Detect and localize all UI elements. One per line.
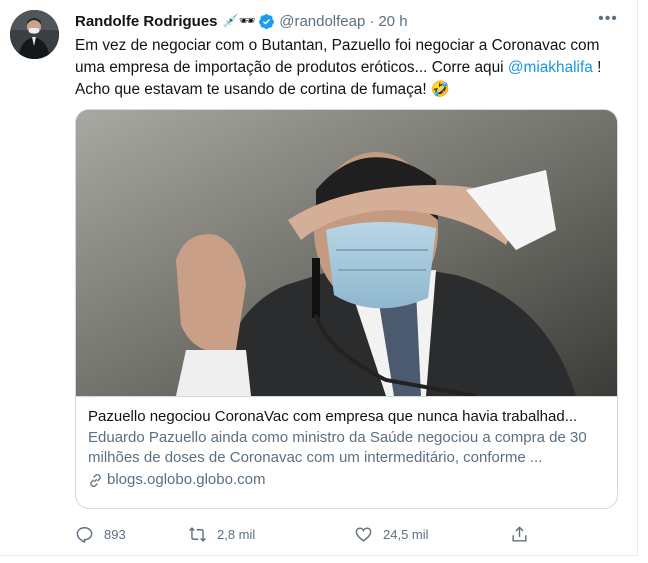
retweet-count: 2,8 mil [217,526,256,542]
author-emoji-badges: 💉🕶 [222,13,256,28]
mention-link[interactable]: @miakhalifa [508,59,593,76]
reply-icon [76,526,93,543]
card-image[interactable] [76,110,617,396]
card-domain[interactable]: blogs.oglobo.globo.com [88,470,605,490]
tweet[interactable]: Randolfe Rodrigues 💉🕶 @randolfeap · 20 h… [0,0,638,556]
reply-button[interactable]: 893 [75,525,126,544]
reply-count: 893 [104,526,126,542]
card-title[interactable]: Pazuello negociou CoronaVac com empresa … [88,407,605,427]
card-description: Eduardo Pazuello ainda como ministro da … [88,429,587,466]
author-handle[interactable]: @randolfeap [279,13,365,30]
verified-badge-icon [259,13,275,29]
more-options-icon[interactable]: ••• [596,10,620,32]
tweet-text: Em vez de negociar com o Butantan, Pazue… [75,35,620,101]
tweet-header: Randolfe Rodrigues 💉🕶 @randolfeap · 20 h… [75,10,620,32]
link-card[interactable]: Pazuello negociou CoronaVac com empresa … [75,109,618,509]
share-icon [512,525,527,542]
retweet-icon [189,526,206,542]
avatar[interactable] [10,10,59,59]
tweet-actions: 893 2,8 mil 24,5 mil [75,522,545,546]
author-name[interactable]: Randolfe Rodrigues [75,13,218,30]
like-button[interactable]: 24,5 mil [354,525,429,544]
card-domain-text[interactable]: blogs.oglobo.globo.com [107,470,265,490]
header-separator: · [369,12,375,30]
like-count: 24,5 mil [383,526,429,542]
share-button[interactable] [510,525,539,544]
link-icon [90,473,101,487]
retweet-button[interactable]: 2,8 mil [188,525,255,544]
heart-icon [355,526,372,542]
tweet-timestamp[interactable]: 20 h [378,13,407,30]
card-body[interactable]: Pazuello negociou CoronaVac com empresa … [76,396,617,508]
